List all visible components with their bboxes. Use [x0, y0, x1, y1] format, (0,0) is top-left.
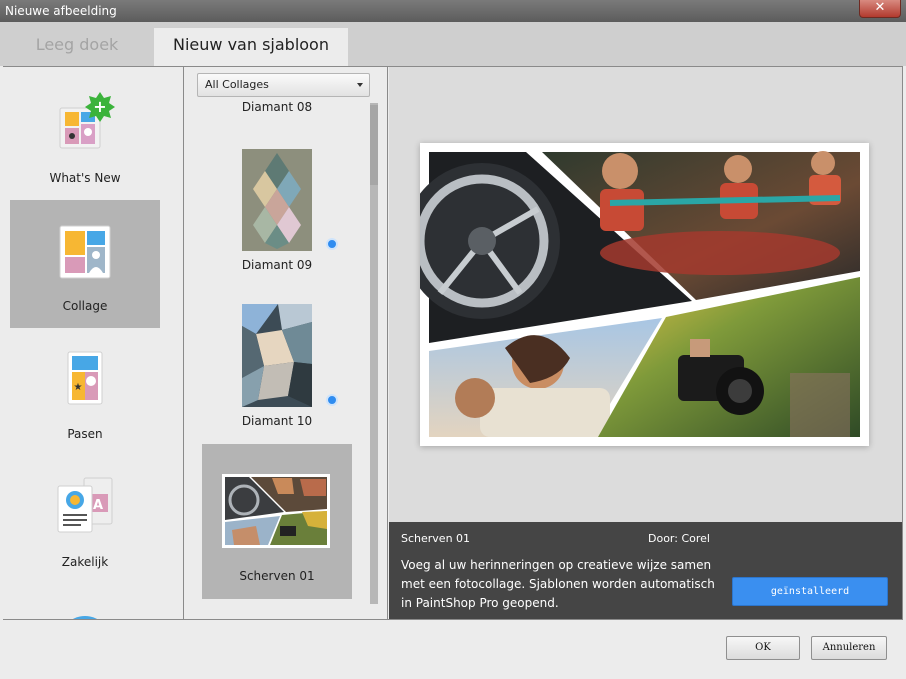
- window-title: Nieuwe afbeelding: [5, 4, 117, 18]
- installed-button[interactable]: geïnstalleerd: [732, 577, 888, 606]
- svg-text:+: +: [93, 97, 106, 116]
- category-business[interactable]: A Zakelijk: [10, 456, 160, 584]
- category-label: What's New: [49, 171, 121, 185]
- download-indicator: [326, 394, 338, 406]
- category-list: + What's New Collage ★ Pasen A Zakelijk: [3, 67, 184, 619]
- collage-icon: [59, 225, 111, 279]
- close-icon: ✕: [874, 0, 886, 15]
- template-label: Diamant 08: [241, 100, 313, 114]
- template-thumb-diamant-09[interactable]: [242, 149, 312, 251]
- category-label: Collage: [62, 299, 108, 313]
- category-label: Pasen: [67, 427, 103, 441]
- template-label: Diamant 10: [241, 414, 313, 428]
- business-docs-icon: A: [57, 477, 113, 533]
- close-button[interactable]: ✕: [859, 0, 901, 18]
- template-info-panel: Scherven 01 Door: Corel Voeg al uw herin…: [389, 522, 902, 619]
- collage-filter-select[interactable]: All Collages: [197, 73, 370, 97]
- template-scroll-thumb[interactable]: [370, 105, 378, 185]
- template-label: Scherven 01: [239, 569, 315, 583]
- template-author: Door: Corel: [648, 532, 710, 545]
- template-label: Diamant 09: [241, 258, 313, 272]
- template-thumb-diamant-10[interactable]: [242, 304, 312, 407]
- svg-text:A: A: [93, 498, 103, 513]
- ok-button[interactable]: OK: [726, 636, 800, 660]
- category-more[interactable]: [10, 584, 160, 619]
- template-description: Voeg al uw herinneringen op creatieve wi…: [401, 558, 715, 610]
- category-collage[interactable]: Collage: [10, 200, 160, 328]
- chevron-down-icon: [357, 83, 363, 87]
- collage-preview-image: [404, 143, 869, 446]
- round-category-icon: [72, 616, 98, 619]
- download-indicator: [326, 238, 338, 250]
- tab-from-template[interactable]: Nieuw van sjabloon: [154, 28, 348, 66]
- template-list: All Collages Diamant 08 Diamant 09 Diama…: [184, 67, 388, 619]
- category-label: Zakelijk: [61, 555, 109, 569]
- tab-blank-canvas[interactable]: Leeg doek: [2, 28, 152, 66]
- tab-bar: Leeg doek Nieuw van sjabloon: [0, 22, 906, 66]
- category-easter[interactable]: ★ Pasen: [10, 328, 160, 456]
- collage-filter-value: All Collages: [205, 78, 269, 91]
- template-name: Scherven 01: [401, 532, 471, 545]
- category-whats-new[interactable]: + What's New: [10, 72, 160, 200]
- title-bar: Nieuwe afbeelding ✕: [0, 0, 906, 22]
- template-thumb-scherven-01[interactable]: [222, 474, 330, 548]
- new-star-icon: +: [59, 92, 115, 149]
- easter-card-icon: ★: [67, 351, 103, 405]
- cancel-button[interactable]: Annuleren: [811, 636, 887, 660]
- template-preview: [404, 143, 869, 446]
- svg-text:★: ★: [74, 382, 83, 393]
